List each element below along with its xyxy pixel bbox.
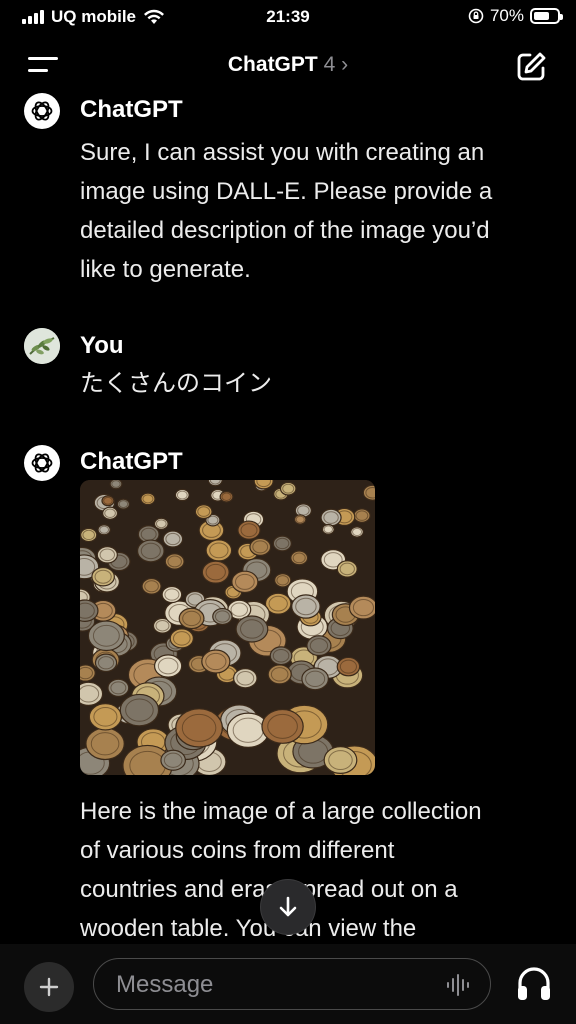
- battery-percent: 70%: [489, 6, 524, 25]
- plus-icon: [39, 977, 59, 997]
- message-line: image using DALL-E. Please provide a: [80, 178, 493, 205]
- arrow-down-icon: [279, 896, 297, 917]
- sender-name: ChatGPT: [80, 96, 183, 123]
- battery-icon: [530, 8, 563, 24]
- chat-thread[interactable]: ChatGPT Sure, I can assist you with crea…: [0, 92, 576, 944]
- model-selector[interactable]: ChatGPT 4 ›: [0, 53, 576, 77]
- message-line: Here is the image of a large collection: [80, 798, 482, 825]
- message-line: wooden table. You can view the: [80, 915, 417, 942]
- message-text[interactable]: たくさんのコイン: [80, 364, 550, 403]
- user-avatar[interactable]: [24, 328, 60, 364]
- message-line: countries and eras, spread out on a: [80, 876, 458, 903]
- status-bar: UQ mobile 21:39 70%: [0, 0, 576, 34]
- message-text[interactable]: Sure, I can assist you with creating an …: [80, 133, 550, 289]
- message-box[interactable]: [93, 958, 491, 1010]
- chevron-right-icon: ›: [341, 53, 349, 76]
- orientation-lock-icon: [468, 8, 484, 24]
- message-line: of various coins from different: [80, 837, 395, 864]
- generated-coins-image[interactable]: [80, 480, 375, 775]
- headphones-icon[interactable]: [514, 964, 554, 1004]
- message-line: like to generate.: [80, 256, 251, 283]
- chatgpt-logo-icon: [24, 93, 60, 129]
- composer-bar: [0, 944, 576, 1024]
- message-text[interactable]: Here is the image of a large collection …: [80, 792, 550, 944]
- app-title: ChatGPT: [227, 53, 318, 76]
- message-line: Sure, I can assist you with creating an: [80, 139, 485, 166]
- model-version: 4: [323, 53, 336, 76]
- message-input[interactable]: [114, 969, 418, 1001]
- message-line: detailed description of the image you’d: [80, 217, 490, 244]
- waveform-icon[interactable]: [446, 973, 472, 997]
- chatgpt-logo-icon: [24, 445, 60, 481]
- nav-bar: ChatGPT 4 ›: [0, 40, 576, 92]
- sender-name: You: [80, 332, 124, 359]
- status-right: 70%: [468, 6, 563, 26]
- new-chat-edit-icon[interactable]: [514, 50, 548, 84]
- sender-name: ChatGPT: [80, 448, 183, 475]
- scroll-to-bottom-button[interactable]: [261, 880, 315, 934]
- add-attachment-button[interactable]: [24, 962, 74, 1012]
